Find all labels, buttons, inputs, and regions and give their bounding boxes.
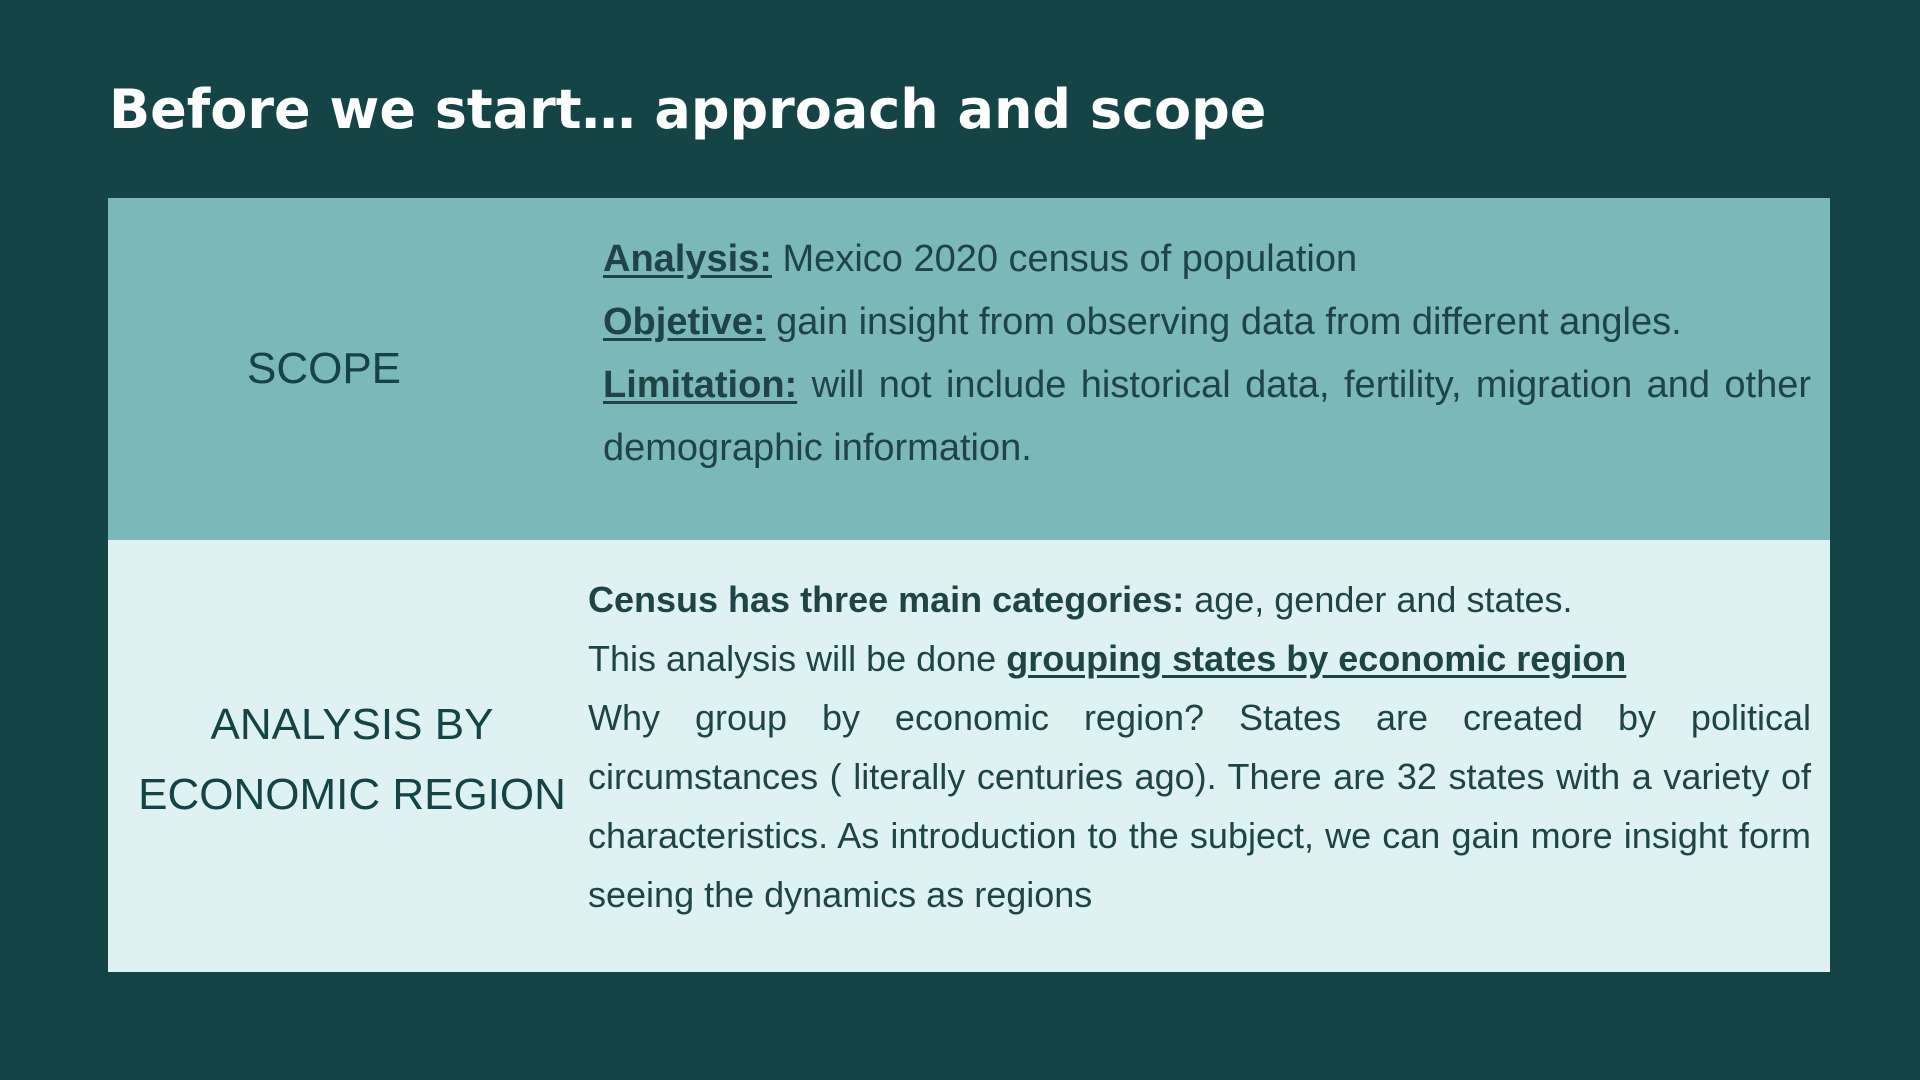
- economic-region-row: ANALYSIS BY ECONOMIC REGION Census has t…: [108, 540, 1830, 972]
- economic-region-heading-line1: ANALYSIS BY: [210, 700, 494, 749]
- objective-line: Objetive: gain insight from observing da…: [603, 291, 1811, 354]
- economic-region-heading: ANALYSIS BY ECONOMIC REGION: [108, 540, 596, 972]
- scope-table: SCOPE Analysis: Mexico 2020 census of po…: [108, 198, 1830, 972]
- categories-line: Census has three main categories: age, g…: [588, 570, 1811, 629]
- limitation-line: Limitation: will not include historical …: [603, 354, 1811, 480]
- analysis-line: Analysis: Mexico 2020 census of populati…: [603, 228, 1811, 291]
- objective-text: gain insight from observing data from di…: [765, 301, 1682, 343]
- objective-label: Objetive:: [603, 301, 766, 343]
- economic-region-details: Census has three main categories: age, g…: [588, 570, 1811, 924]
- grouping-link: grouping states by economic region: [1006, 638, 1627, 679]
- grouping-text: This analysis will be done: [588, 638, 1007, 679]
- scope-row: SCOPE Analysis: Mexico 2020 census of po…: [108, 198, 1830, 540]
- categories-text: age, gender and states.: [1184, 579, 1573, 620]
- scope-heading: SCOPE: [246, 344, 402, 393]
- scope-details: Analysis: Mexico 2020 census of populati…: [603, 228, 1811, 480]
- limitation-label: Limitation:: [603, 364, 798, 406]
- why-group-paragraph: Why group by economic region? States are…: [588, 697, 1811, 915]
- categories-label: Census has three main categories:: [588, 579, 1185, 620]
- analysis-text: Mexico 2020 census of population: [771, 238, 1358, 280]
- economic-region-heading-line2: ECONOMIC REGION: [138, 770, 566, 819]
- grouping-line: This analysis will be done grouping stat…: [588, 629, 1811, 688]
- analysis-label: Analysis:: [603, 238, 772, 280]
- page-title: Before we start… approach and scope: [109, 78, 1267, 141]
